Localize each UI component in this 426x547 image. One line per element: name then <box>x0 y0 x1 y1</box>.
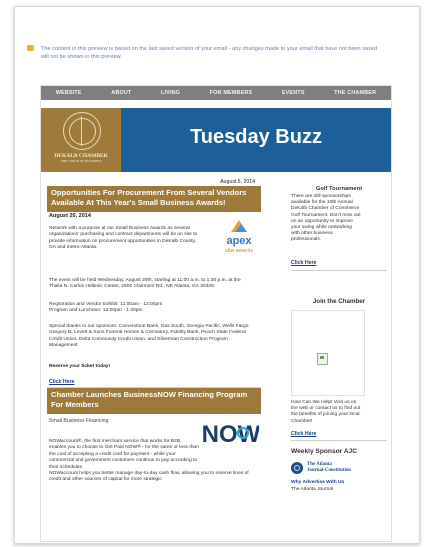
golf-title: Golf Tournament <box>315 186 363 192</box>
golf-text: There are still sponsorships available f… <box>291 194 361 243</box>
top-nav: WEBSITE ABOUT LIVING FOR MEMBERS EVENTS … <box>41 86 391 100</box>
article1-cta: Reserve your ticket today! <box>49 364 111 369</box>
broken-image-icon <box>317 353 328 365</box>
article1-date: August 20, 2014 <box>49 213 91 219</box>
apex-word: apex <box>226 235 252 247</box>
preview-notice: The content in this preview is based on … <box>27 45 381 61</box>
email-preview: WEBSITE ABOUT LIVING FOR MEMBERS EVENTS … <box>40 85 392 542</box>
warning-icon <box>27 45 34 51</box>
article2-headline: Chamber Launches BusinessNOW Financing P… <box>47 388 261 414</box>
chamber-globe-logo <box>63 112 101 150</box>
header-banner: DEKALB CHAMBER THE VOICE OF BUSINESS Tue… <box>41 108 391 172</box>
nav-website[interactable]: WEBSITE <box>56 90 82 96</box>
article1-schedule: Registration and Vendor Exhibit: 11:00am… <box>49 302 163 314</box>
join-title: Join the Chamber <box>312 298 366 305</box>
help-click-here-link[interactable]: Click Here <box>291 431 316 437</box>
apex-awards-logo: apex sbw awards <box>225 220 254 254</box>
sidebar-divider <box>291 270 387 271</box>
nav-about[interactable]: ABOUT <box>111 90 131 96</box>
chamber-logo-panel: DEKALB CHAMBER THE VOICE OF BUSINESS <box>41 108 121 172</box>
article1-click-here-link[interactable]: Click Here <box>49 379 74 385</box>
apex-line: sbw awards <box>225 248 254 254</box>
article2-body-cont: NOWaccount helps you better manage day-t… <box>49 471 249 483</box>
sidebar-divider-2 <box>291 440 387 441</box>
article2-subhead: Small Business Financing <box>49 418 109 424</box>
advertise-title: Why Advertise With Us <box>291 480 345 485</box>
ajc-name-2: Journal-Constitution <box>307 468 352 473</box>
nav-the-chamber[interactable]: THE CHAMBER <box>334 90 376 96</box>
nav-living[interactable]: LIVING <box>161 90 180 96</box>
now-word: NOW <box>203 421 259 446</box>
issue-date: August 5, 2014 <box>220 179 255 185</box>
advertise-text: The Atlanta Journal <box>291 487 334 492</box>
sponsor-title: Weekly Sponsor AJC <box>291 448 357 455</box>
notice-text: The content in this preview is based on … <box>41 46 378 60</box>
ajc-logo-icon <box>291 462 303 474</box>
logo-text: DEKALB CHAMBER THE VOICE OF BUSINESS <box>45 153 117 163</box>
article1-intro: Network with a purpose at our Small Busi… <box>49 226 198 251</box>
article1-headline: Opportunities For Procurement From Sever… <box>47 186 261 212</box>
logo-tagline: THE VOICE OF BUSINESS <box>60 159 102 163</box>
newsletter-title: Tuesday Buzz <box>190 126 322 148</box>
banner-title-panel: Tuesday Buzz <box>121 108 391 172</box>
nav-for-members[interactable]: FOR MEMBERS <box>210 90 253 96</box>
article2-body: NOWaccount®, the first merchant service … <box>49 439 199 470</box>
golf-click-here-link[interactable]: Click Here <box>291 260 316 266</box>
article1-event-details: The event will be held Wednesday, August… <box>49 278 241 290</box>
article1-sponsors: Special thanks to our sponsors: Cornerst… <box>49 324 249 349</box>
nav-events[interactable]: EVENTS <box>282 90 305 96</box>
help-text: How Can We Help! Visit us on the web or … <box>291 400 361 424</box>
join-image <box>291 310 365 396</box>
nowaccount-logo: NOW <box>203 421 259 446</box>
